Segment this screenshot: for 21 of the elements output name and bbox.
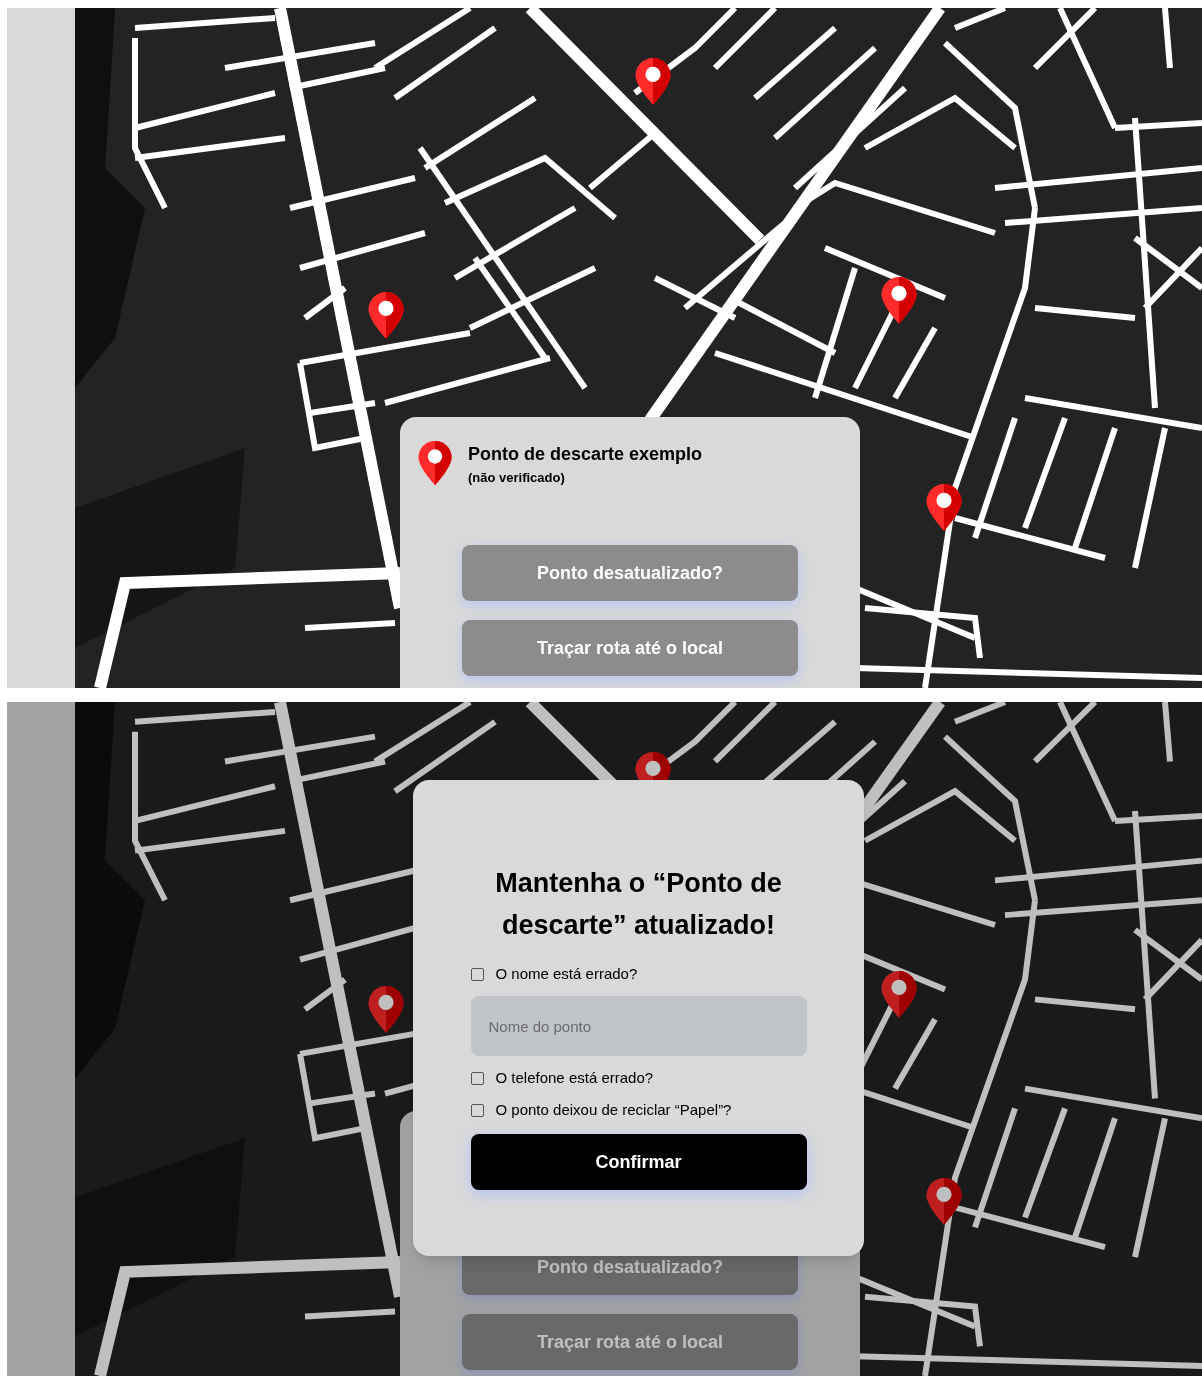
place-status: (não verificado): [468, 469, 566, 487]
confirm-button[interactable]: Confirmar: [470, 1134, 807, 1190]
dialog-title: Mantenha o “Ponto de descarte” atualizado!: [494, 867, 783, 942]
checkbox[interactable]: [470, 1103, 484, 1117]
checkbox[interactable]: [470, 967, 484, 981]
map-pin-icon[interactable]: [881, 277, 917, 324]
action-button[interactable]: Ponto desatualizado?: [462, 545, 798, 601]
map-pin-icon[interactable]: [881, 971, 917, 1018]
checkbox-label: O telefone está errado?: [495, 1067, 654, 1088]
place-title: Ponto de descarte exemplo: [468, 443, 703, 466]
map-pin-icon[interactable]: [368, 986, 404, 1033]
map-pin-icon[interactable]: [635, 58, 671, 105]
name-input-field[interactable]: Nome do ponto: [470, 996, 807, 1056]
checkbox-label: O ponto deixou de reciclar “Papel”?: [495, 1099, 732, 1120]
action-button[interactable]: Traçar rota até o local: [462, 1314, 798, 1370]
checkbox[interactable]: [470, 1071, 484, 1085]
map-pin-icon[interactable]: [368, 292, 404, 339]
checkbox-label: O nome está errado?: [495, 963, 638, 984]
action-button[interactable]: Traçar rota até o local: [462, 620, 798, 676]
map-pin-icon[interactable]: [926, 484, 962, 531]
map-pin-icon[interactable]: [926, 1178, 962, 1225]
